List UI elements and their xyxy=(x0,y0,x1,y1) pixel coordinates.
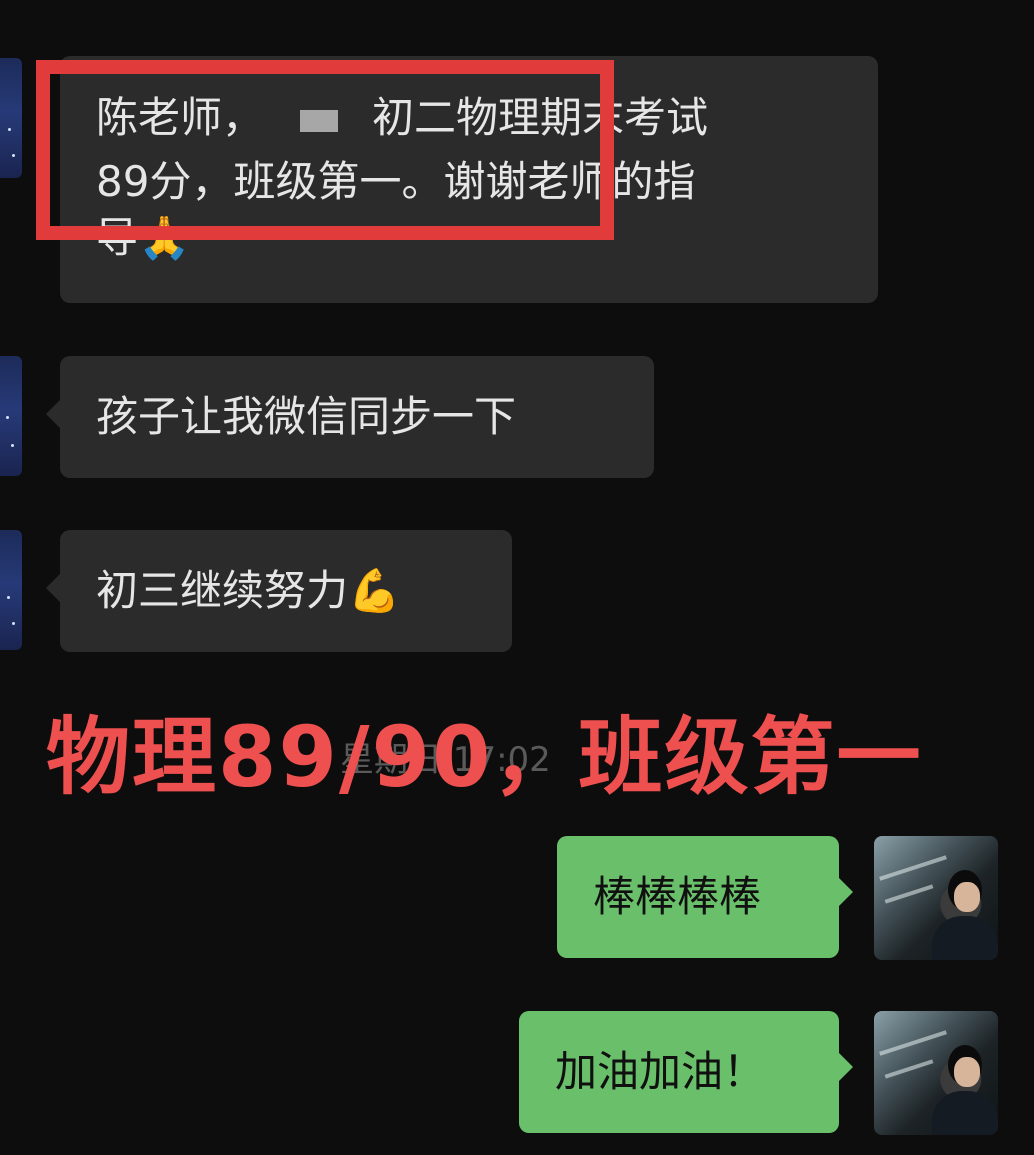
message-text: 初三继续努力💪 xyxy=(96,566,401,615)
received-message-bubble[interactable]: 陈老师， 初二物理期末考试 89分，班级第一。谢谢老师的指 导🙏 xyxy=(60,56,878,303)
message-text: 陈老师， xyxy=(96,93,265,142)
user-avatar[interactable] xyxy=(874,1011,998,1135)
message-line: 导🙏 xyxy=(96,213,191,262)
message-line: 陈老师， 初二物理期末考试 xyxy=(96,86,842,150)
redacted-name xyxy=(300,109,339,132)
message-text: 棒棒棒棒 xyxy=(593,872,762,921)
sent-message-bubble[interactable]: 加油加油！ xyxy=(519,1011,853,1133)
message-text: 初二物理期末考试 xyxy=(372,93,709,142)
contact-avatar[interactable] xyxy=(0,356,22,476)
user-avatar[interactable] xyxy=(874,836,998,960)
received-message-bubble[interactable]: 初三继续努力💪 xyxy=(46,530,512,652)
message-line: 89分，班级第一。谢谢老师的指 xyxy=(96,157,696,206)
contact-avatar[interactable] xyxy=(0,530,22,650)
message-text: 加油加油！ xyxy=(555,1047,766,1096)
received-message-bubble[interactable]: 孩子让我微信同步一下 xyxy=(46,356,654,478)
message-text: 孩子让我微信同步一下 xyxy=(96,392,517,441)
sent-message-bubble[interactable]: 棒棒棒棒 xyxy=(557,836,853,958)
overlay-caption: 物理89/90，班级第一 xyxy=(46,708,923,806)
contact-avatar[interactable] xyxy=(0,58,22,178)
